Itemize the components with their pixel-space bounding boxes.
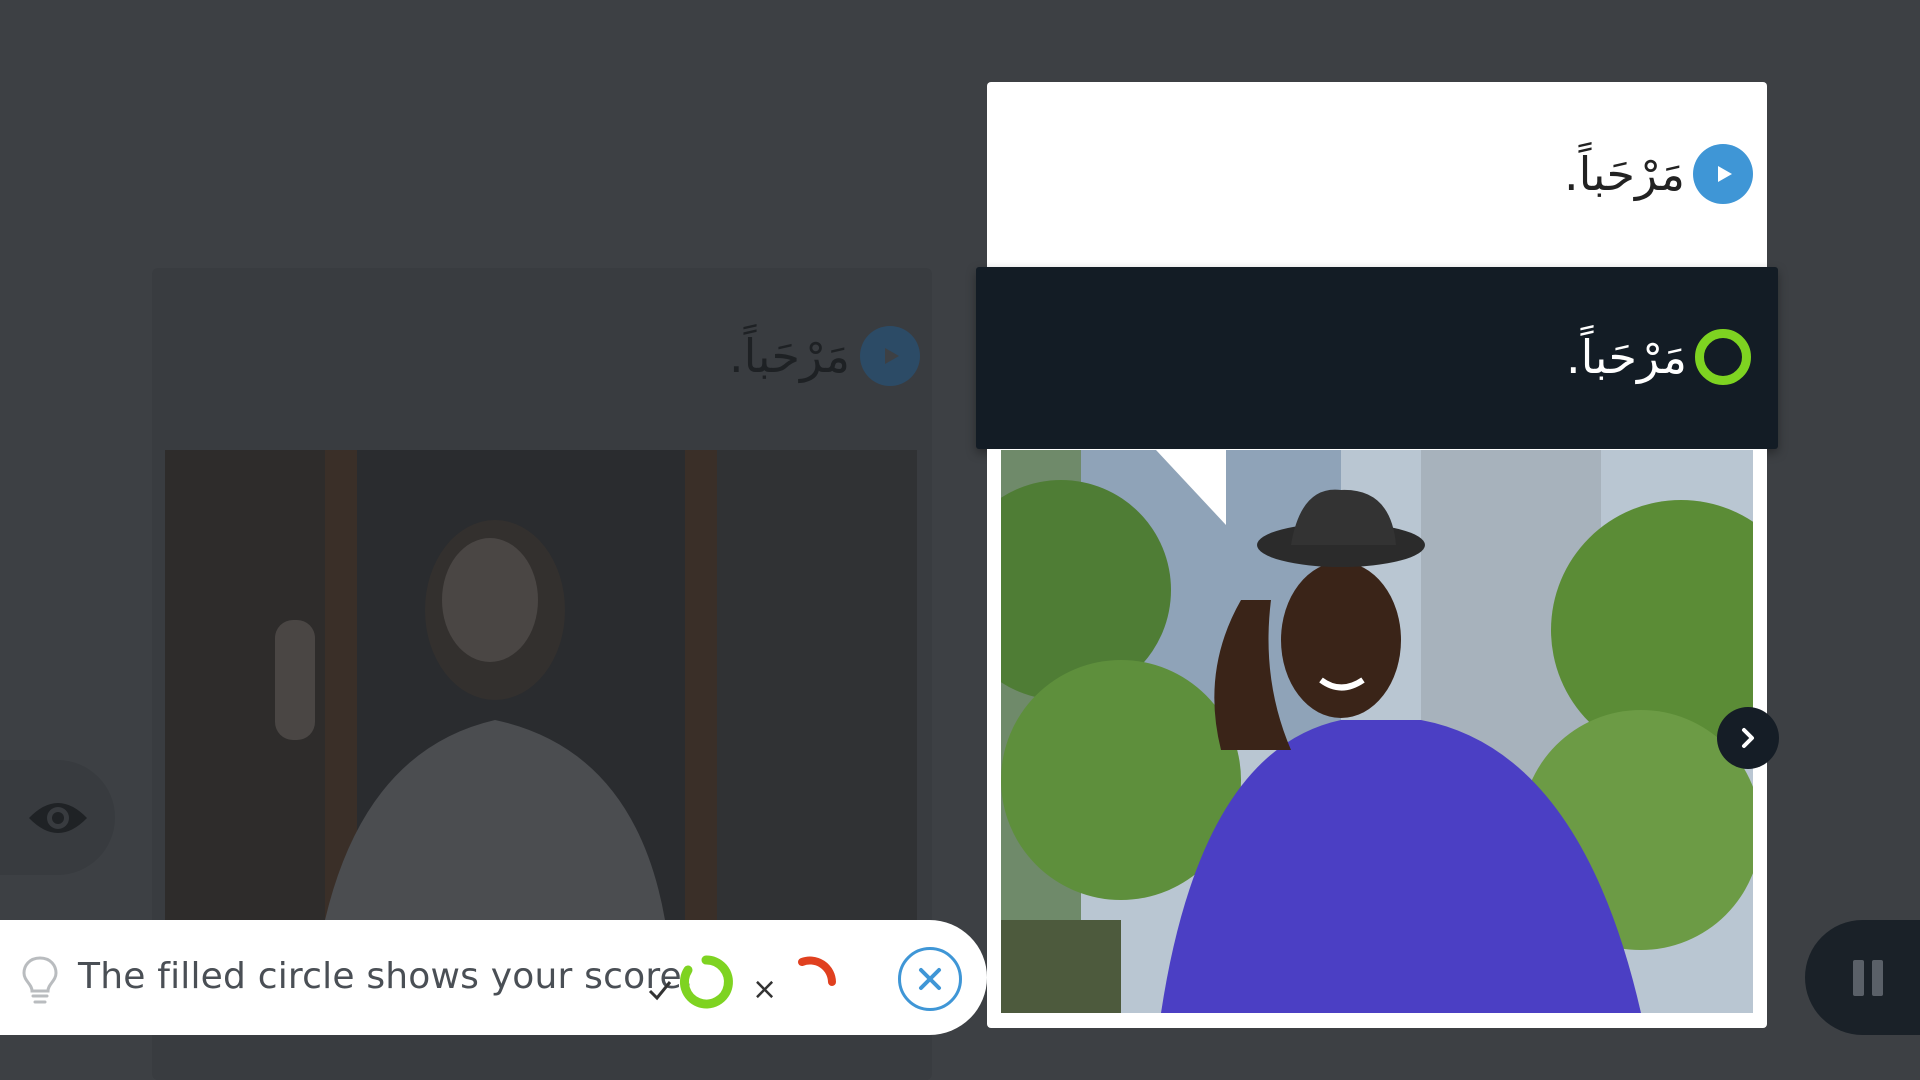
answer-phrase-text: مَرْحَباً. [1566, 330, 1687, 384]
lightbulb-icon [22, 956, 58, 1004]
photo-frame [987, 449, 1767, 1028]
tip-text: The filled circle shows your score. [78, 956, 694, 997]
check-icon [648, 981, 672, 1001]
pause-button[interactable] [1805, 920, 1920, 1035]
previous-play-button [860, 326, 920, 386]
prompt-card: مَرْحَباً. [987, 82, 1767, 267]
answer-bar: مَرْحَباً. [976, 267, 1778, 449]
score-ring-icon [1695, 329, 1751, 385]
show-hide-button[interactable] [0, 760, 115, 875]
prompt-phrase-row: مَرْحَباً. [1564, 142, 1753, 206]
answer-phrase-row: مَرْحَباً. [1566, 325, 1751, 389]
previous-photo [165, 450, 917, 920]
chevron-right-icon [1742, 728, 1754, 748]
next-button[interactable] [1717, 707, 1779, 769]
play-audio-button[interactable] [1693, 144, 1753, 204]
main-photo [1001, 450, 1753, 1013]
incorrect-symbol: × [752, 972, 778, 1007]
pause-icon [1853, 959, 1883, 996]
play-icon [1718, 166, 1732, 182]
previous-phrase-row: مَرْحَباً. [560, 326, 920, 386]
play-icon [885, 348, 899, 364]
close-icon [919, 968, 941, 990]
prompt-phrase-text: مَرْحَباً. [1564, 147, 1685, 201]
eye-icon [28, 802, 87, 833]
previous-phrase-text: مَرْحَباً. [729, 329, 850, 383]
correct-score-ring-icon [679, 955, 733, 1009]
incorrect-score-ring-icon [798, 956, 836, 986]
close-tip-button[interactable] [898, 947, 962, 1011]
